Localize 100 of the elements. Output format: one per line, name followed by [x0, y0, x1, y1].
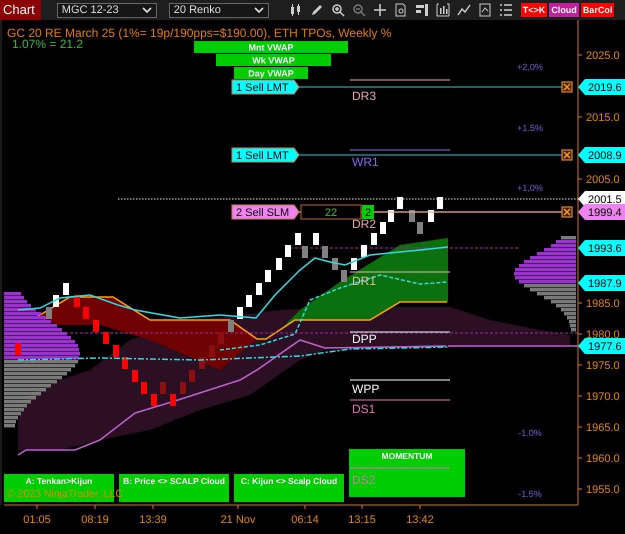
- renko-bar: [428, 210, 434, 222]
- chart-header: GC 20 RE March 25 (1%= 19p/190pps=$190.00), ETH TPOs, Weekly %: [7, 26, 392, 40]
- renko-bar: [132, 370, 138, 382]
- time-axis-label: 06:14: [291, 514, 319, 526]
- pivot-label: DS2: [352, 473, 376, 487]
- renko-bar: [397, 197, 403, 209]
- price-axis-label: 2005.0: [586, 174, 620, 186]
- price-marker: 1977.6: [578, 338, 625, 354]
- time-axis-label: 08:19: [81, 514, 109, 526]
- renko-bar: [361, 245, 367, 257]
- renko-bar: [246, 295, 252, 307]
- vwap-label: Mnt VWAP: [194, 41, 348, 53]
- order-tag[interactable]: 2 Sell SLM: [232, 204, 300, 220]
- price-axis-label: 1985.0: [586, 298, 620, 310]
- percent-level-label: +2,0%: [517, 62, 543, 72]
- order-tag[interactable]: 1 Sell LMT: [232, 148, 300, 162]
- price-axis-label: 1965.0: [586, 422, 620, 434]
- chevron-icon: [142, 6, 152, 14]
- chart-bars-icon[interactable]: [436, 3, 450, 17]
- time-axis-label: 13:39: [139, 514, 167, 526]
- percent-level-label: +1,0%: [517, 183, 543, 193]
- renko-bar: [380, 222, 386, 234]
- price-marker: 1987.9: [578, 275, 625, 291]
- line-chart-icon[interactable]: [456, 3, 471, 17]
- signal-panel: C: Kijun <> Scalp Cloud: [234, 474, 344, 502]
- renko-bar: [151, 394, 157, 406]
- renko-bar: [437, 197, 443, 209]
- zoom-out-icon[interactable]: [352, 3, 366, 17]
- bar-type-dropdown[interactable]: 20 Renko: [168, 2, 269, 18]
- renko-bar: [265, 270, 271, 282]
- order-quantity: 22: [300, 204, 362, 220]
- crosshair-icon[interactable]: [372, 3, 387, 17]
- renko-bar: [209, 345, 215, 357]
- time-axis-label: 21 Nov: [220, 514, 256, 526]
- price-marker: 2008.9: [578, 147, 625, 163]
- percent-level-label: +1.5%: [517, 123, 543, 133]
- price-axis-label: 2015.0: [586, 112, 620, 124]
- renko-bar: [371, 233, 377, 245]
- order-tag[interactable]: 1 Sell LMT: [232, 80, 300, 94]
- pivot-label: DPP: [352, 332, 377, 346]
- price-axis-label: 1955.0: [586, 484, 620, 496]
- renko-bar: [256, 283, 262, 295]
- bar-chart-icon[interactable]: [414, 3, 429, 17]
- price-axis-label: 2025.0: [586, 50, 620, 62]
- time-axis-label: 01:05: [23, 514, 51, 526]
- renko-bar: [141, 382, 147, 394]
- renko-bar: [322, 246, 328, 258]
- price-marker: 2019.6: [578, 79, 625, 95]
- renko-bar: [228, 320, 234, 332]
- renko-bar: [113, 345, 119, 357]
- renko-bar: [417, 222, 423, 234]
- chart-title: Chart: [0, 0, 41, 20]
- indicator-toggle-button[interactable]: T<>K: [520, 3, 548, 17]
- document-search-icon[interactable]: [394, 3, 408, 17]
- order-count: 2: [362, 205, 374, 219]
- renko-bar: [103, 332, 109, 344]
- renko-bar: [313, 233, 319, 245]
- indicator-toggle-button[interactable]: Cloud: [549, 3, 579, 17]
- time-axis-label: 13:42: [406, 514, 434, 526]
- renko-bar: [122, 357, 128, 369]
- renko-bar: [170, 394, 176, 406]
- renko-bar: [180, 382, 186, 394]
- price-marker: 1993.6: [578, 240, 625, 256]
- zoom-in-icon[interactable]: [330, 3, 345, 17]
- pivot-label: DR2: [352, 217, 376, 231]
- percent-value: 1.07% = 21.2: [12, 37, 84, 51]
- price-axis-label: 1970.0: [586, 391, 620, 403]
- renko-bar: [276, 258, 282, 270]
- renko-bar: [15, 343, 21, 355]
- cancel-order-icon[interactable]: [562, 150, 572, 160]
- list-icon[interactable]: [498, 3, 513, 17]
- price-axis-label: 1975.0: [586, 360, 620, 372]
- instrument-dropdown[interactable]: MGC 12-23: [56, 2, 157, 18]
- cancel-order-icon[interactable]: [562, 82, 572, 92]
- renko-bar: [341, 270, 347, 282]
- renko-bar: [83, 307, 89, 319]
- pivot-label: WPP: [352, 382, 380, 396]
- pivot-label: DR3: [352, 89, 376, 103]
- vwap-label: Wk VWAP: [216, 54, 331, 66]
- price-marker: 1999.4: [578, 204, 625, 220]
- vwap-label: Day VWAP: [234, 67, 308, 79]
- renko-bar: [218, 332, 224, 344]
- renko-bar: [388, 210, 394, 222]
- percent-level-label: -1.5%: [518, 489, 542, 499]
- renko-bar: [74, 295, 80, 307]
- renko-bar: [93, 320, 99, 332]
- renko-bar: [63, 283, 69, 295]
- price-axis-label: 1980.0: [586, 329, 620, 341]
- price-axis-label: 1960.0: [586, 453, 620, 465]
- renko-bar: [285, 245, 291, 257]
- percent-level-label: -1.0%: [518, 428, 542, 438]
- candlestick-icon[interactable]: [288, 3, 303, 17]
- renko-bar: [160, 382, 166, 394]
- cancel-order-icon[interactable]: [562, 206, 572, 218]
- renko-bar: [409, 210, 415, 222]
- indicator-toggle-button[interactable]: BarCol: [580, 3, 614, 17]
- pencil-icon[interactable]: [310, 3, 324, 17]
- pivot-label: WR1: [352, 155, 379, 169]
- document-icon[interactable]: [478, 3, 492, 17]
- chevron-icon: [254, 6, 264, 14]
